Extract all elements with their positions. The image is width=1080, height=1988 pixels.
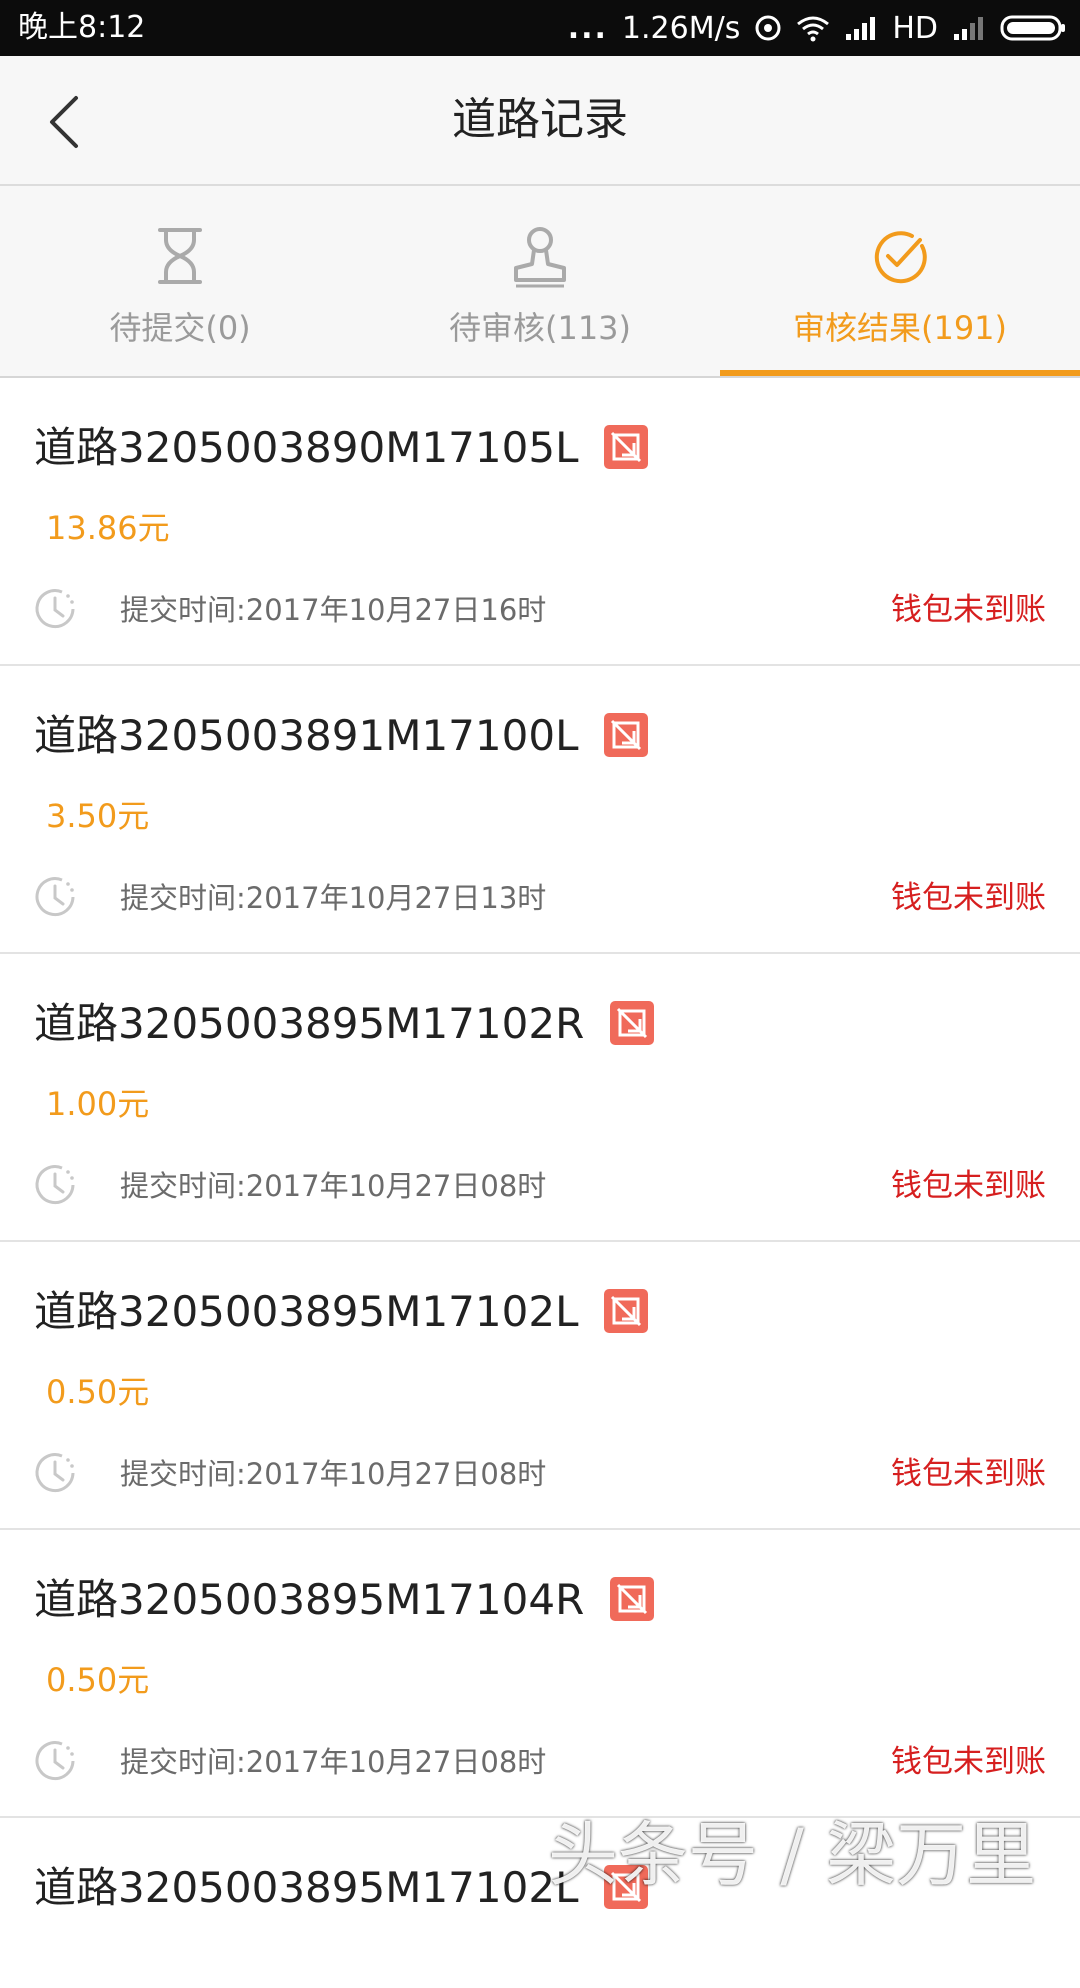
status-badge: 钱包未到账 (891, 880, 1046, 916)
record-submit-time: 提交时间:2017年10月27日08时 (120, 1169, 547, 1203)
tab-label: 审核结果(191) (792, 309, 1008, 347)
status-dots: ... (567, 10, 608, 46)
broken-image-icon (604, 424, 649, 469)
network-speed: 1.26M/s (621, 10, 741, 46)
stamp-icon (514, 227, 566, 288)
status-indicators: ... 1.26M/s HD (568, 0, 1066, 56)
clock-icon (35, 877, 75, 917)
app-bar: 道路记录 (0, 56, 1080, 186)
battery-icon (1000, 15, 1065, 41)
record-name: 道路3205003890M17105L (34, 423, 579, 472)
status-badge: 钱包未到账 (891, 1456, 1046, 1492)
page-title: 道路记录 (452, 94, 628, 145)
record-amount: 3.50元 (46, 797, 150, 835)
record-amount: 1.00元 (46, 1085, 150, 1123)
check-circle-icon (874, 231, 927, 284)
signal-weak-icon (954, 17, 983, 40)
status-bar: 晚上8:12 ... 1.26M/s HD (0, 0, 1080, 56)
record-name-row: 道路3205003895M17102L (34, 1286, 649, 1338)
record-name: 道路3205003895M17102L (34, 1287, 579, 1336)
hotspot-icon (755, 15, 781, 41)
status-time: 晚上8:12 (18, 10, 146, 45)
clock-icon (35, 589, 75, 629)
broken-image-icon (604, 712, 649, 757)
record-submit-time: 提交时间:2017年10月27日16时 (120, 593, 547, 627)
record-amount: 13.86元 (46, 509, 170, 547)
hourglass-icon (158, 228, 202, 284)
list-item[interactable]: 道路3205003890M17105L 13.86元 提交时间:2017年10月… (0, 378, 1080, 666)
tab-label: 待提交(0) (109, 309, 251, 347)
status-badge: 钱包未到账 (891, 1168, 1046, 1204)
active-tab-indicator (720, 370, 1080, 376)
record-submit-time: 提交时间:2017年10月27日08时 (120, 1457, 547, 1491)
clock-icon (35, 1453, 75, 1493)
tab-pending-review[interactable]: 待审核(113) (360, 186, 720, 376)
record-name-row: 道路3205003895M17102R (34, 998, 655, 1050)
tab-bar: 待提交(0) 待审核(113) 审核结果(191) (0, 186, 1080, 378)
list-item[interactable]: 道路3205003895M17102R 1.00元 提交时间:2017年10月2… (0, 954, 1080, 1242)
wifi-icon (797, 16, 830, 42)
clock-icon (35, 1741, 75, 1781)
tab-review-results[interactable]: 审核结果(191) (720, 186, 1080, 376)
status-badge: 钱包未到账 (891, 592, 1046, 628)
clock-icon (35, 1165, 75, 1205)
record-name: 道路3205003895M17102R (34, 999, 585, 1048)
broken-image-icon (610, 1000, 655, 1045)
watermark: 头条号 / 梁万里 (548, 1814, 1037, 1896)
record-name: 道路3205003895M17104R (34, 1575, 585, 1624)
record-submit-time: 提交时间:2017年10月27日13时 (120, 881, 547, 915)
broken-image-icon (610, 1576, 655, 1621)
list-item[interactable]: 道路3205003891M17100L 3.50元 提交时间:2017年10月2… (0, 666, 1080, 954)
record-amount: 0.50元 (46, 1373, 150, 1411)
signal-icon (846, 17, 876, 40)
record-name-row: 道路3205003895M17104R (34, 1574, 655, 1626)
record-list: 道路3205003890M17105L 13.86元 提交时间:2017年10月… (0, 378, 1080, 1988)
record-submit-time: 提交时间:2017年10月27日08时 (120, 1745, 547, 1779)
status-badge: 钱包未到账 (891, 1744, 1046, 1780)
record-name: 道路3205003891M17100L (34, 711, 579, 760)
record-name: 道路3205003895M17102L (34, 1863, 579, 1912)
list-item[interactable]: 道路3205003895M17104R 0.50元 提交时间:2017年10月2… (0, 1530, 1080, 1818)
hd-indicator: HD (892, 10, 938, 46)
tab-label: 待审核(113) (448, 309, 632, 347)
record-name-row: 道路3205003890M17105L (34, 422, 649, 474)
broken-image-icon (604, 1288, 649, 1333)
record-name-row: 道路3205003891M17100L (34, 710, 649, 762)
tab-pending-submit[interactable]: 待提交(0) (0, 186, 360, 376)
list-item[interactable]: 道路3205003895M17102L 0.50元 提交时间:2017年10月2… (0, 1242, 1080, 1530)
record-amount: 0.50元 (46, 1661, 150, 1699)
